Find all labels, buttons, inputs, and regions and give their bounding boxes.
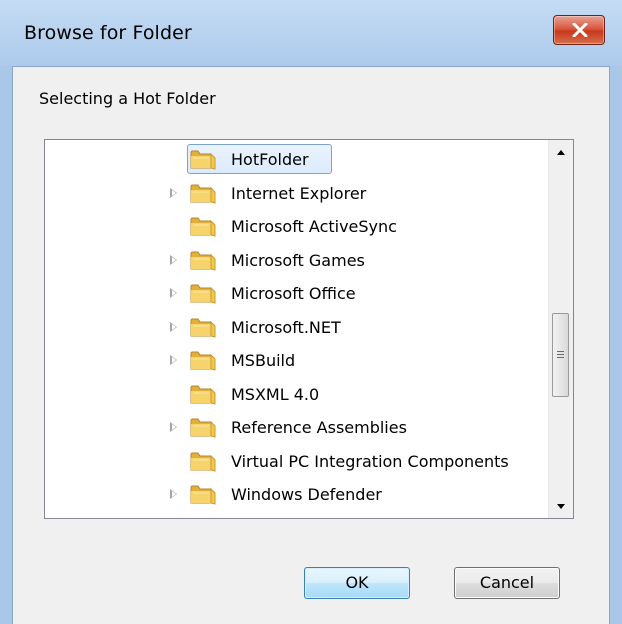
folder-icon <box>190 450 216 472</box>
vertical-scrollbar[interactable] <box>548 140 573 518</box>
close-button[interactable] <box>553 15 605 45</box>
tree-item-label: MSXML 4.0 <box>231 384 320 404</box>
ok-button[interactable]: OK <box>304 567 410 599</box>
tree-item-label: Internet Explorer <box>231 183 367 203</box>
tree-item[interactable]: MSXML 4.0 <box>45 378 551 410</box>
folder-icon <box>190 316 216 338</box>
tree-item[interactable]: Virtual PC Integration Components <box>45 445 551 477</box>
expand-arrow-inner <box>172 189 176 196</box>
tree-item[interactable]: Internet Explorer <box>45 177 551 209</box>
expand-arrow-inner <box>172 424 176 430</box>
tree-item[interactable]: Reference Assemblies <box>45 411 551 443</box>
tree-item[interactable]: Windows Defender <box>45 478 551 510</box>
grip-line <box>557 351 564 352</box>
folder-icon <box>190 383 216 405</box>
tree-item[interactable]: Microsoft Office <box>45 277 551 309</box>
title-bar[interactable]: Browse for Folder <box>0 0 622 66</box>
tree-item-label: Virtual PC Integration Components <box>231 451 509 471</box>
tree-item-label: MSBuild <box>231 351 296 370</box>
scroll-up-button[interactable] <box>549 140 573 164</box>
folder-icon <box>190 249 216 271</box>
expand-arrow-inner <box>172 323 176 330</box>
scroll-down-button[interactable] <box>549 494 573 518</box>
close-x-icon <box>572 23 588 37</box>
grip-line <box>557 357 564 358</box>
tree-item-label: Microsoft Office <box>231 284 356 303</box>
tree-item[interactable]: Microsoft.NET <box>45 311 551 343</box>
tree-item-label: Microsoft Games <box>231 250 365 270</box>
tree-item[interactable]: HotFolder <box>45 143 551 175</box>
scroll-thumb[interactable] <box>552 313 569 397</box>
window-title: Browse for Folder <box>24 22 192 44</box>
folder-icon <box>190 215 216 237</box>
folder-icon <box>190 483 216 505</box>
arrow-down-icon <box>557 504 565 509</box>
expand-arrow-inner <box>172 357 176 363</box>
tree-item[interactable]: Microsoft Games <box>45 244 551 276</box>
tree-item-label: HotFolder <box>231 150 309 169</box>
folder-tree[interactable]: HotFolder Internet Explorer Microsoft Acti… <box>44 139 574 519</box>
folder-icon <box>190 349 216 371</box>
tree-item-label: Reference Assemblies <box>231 418 407 437</box>
expand-arrow-inner <box>172 256 176 263</box>
dialog-description: Selecting a Hot Folder <box>39 89 216 108</box>
tree-item-label: Microsoft ActiveSync <box>231 217 397 236</box>
folder-icon <box>190 148 216 170</box>
tree-item-label: Windows Defender <box>231 485 382 504</box>
grip-line <box>557 354 564 355</box>
expand-arrow-inner <box>172 491 176 497</box>
tree-item-label: Microsoft.NET <box>231 317 341 337</box>
expand-arrow-inner <box>172 290 176 296</box>
dialog-body: Selecting a Hot Folder HotFolder Internet… <box>12 66 610 624</box>
cancel-button[interactable]: Cancel <box>454 567 560 599</box>
folder-icon <box>190 416 216 438</box>
folder-icon <box>190 182 216 204</box>
tree-item[interactable]: MSBuild <box>45 344 551 376</box>
folder-icon <box>190 282 216 304</box>
browse-for-folder-dialog: Browse for Folder Selecting a Hot Folder… <box>0 0 622 624</box>
arrow-up-icon <box>557 150 565 155</box>
tree-item[interactable]: Microsoft ActiveSync <box>45 210 551 242</box>
